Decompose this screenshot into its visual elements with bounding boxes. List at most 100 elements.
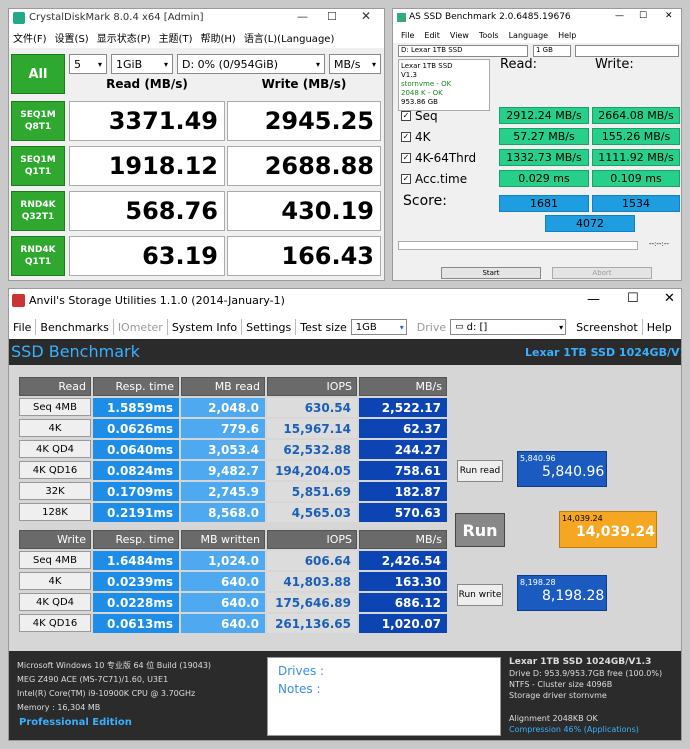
resp-time-cell: 0.0239ms — [93, 572, 179, 591]
resp-time-cell: 0.0640ms — [93, 440, 179, 459]
test-name-button[interactable]: 4K QD16 — [19, 461, 91, 479]
run-read-button[interactable]: Run read — [457, 460, 503, 482]
menu-edit[interactable]: Edit — [424, 31, 440, 40]
mb-cell: 640.0 — [181, 572, 265, 591]
drives-notes-panel[interactable]: Drives : Notes : — [267, 657, 501, 736]
as-drive-select[interactable]: D: Lexar 1TB SSD — [398, 45, 528, 57]
resp-time-cell: 0.0626ms — [93, 419, 179, 438]
menu-display[interactable]: 显示状态(P) — [93, 30, 155, 45]
as-size-select[interactable]: 1 GB — [533, 45, 571, 57]
as-drive-value: D: Lexar 1TB SSD — [401, 46, 463, 54]
mbs-cell: 686.12 — [359, 593, 447, 612]
maximize-icon[interactable]: ☐ — [627, 291, 639, 306]
test-name-button[interactable]: Seq 4MB — [19, 551, 91, 569]
as-read-header: Read: — [500, 57, 538, 72]
drive-details: Lexar 1TB SSD 1024GB/V1.3 Drive D: 953.9… — [509, 657, 662, 735]
write-score: 8,198.28 — [542, 588, 605, 604]
test-label-button[interactable]: RND4K Q1T1 — [11, 236, 65, 276]
drive-select[interactable]: ▭ d: [] ▾ — [450, 319, 567, 335]
read-header: Read (MB/s) — [106, 77, 188, 91]
test-name-button[interactable]: 32K — [19, 482, 91, 500]
iops-cell: 5,851.69 — [267, 482, 357, 501]
drive-detail-title: Lexar 1TB SSD 1024GB/V1.3 — [509, 657, 652, 667]
menu-file[interactable]: File — [9, 319, 37, 335]
total-score: 14,039.24 — [576, 524, 655, 540]
write-value: 2945.25 — [227, 101, 381, 141]
menu-system-info[interactable]: System Info — [168, 319, 243, 335]
minimize-icon[interactable]: — — [297, 10, 308, 23]
test-name-button[interactable]: 4K QD4 — [19, 440, 91, 458]
test-name-button[interactable]: Seq 4MB — [19, 398, 91, 416]
test-name-button[interactable]: 128K — [19, 503, 91, 521]
menu-iometer[interactable]: IOmeter — [114, 319, 168, 335]
menu-file[interactable]: File — [401, 31, 414, 40]
test-label-button[interactable]: SEQ1M Q8T1 — [11, 101, 65, 141]
test-name-button[interactable]: 4K QD16 — [19, 614, 91, 632]
drive-select[interactable]: D: 0% (0/954GiB) ▾ — [177, 54, 325, 74]
menu-settings[interactable]: 设置(S) — [51, 30, 93, 45]
as-read-value: 1332.73 MB/s — [499, 149, 589, 166]
iops-cell: 4,565.03 — [267, 503, 357, 522]
test-size-select[interactable]: 1GB ▾ — [350, 319, 407, 335]
cdm-titlebar: CrystalDiskMark 8.0.4 x64 [Admin] — ☐ ✕ — [9, 9, 384, 27]
mbs-cell: 62.37 — [359, 419, 447, 438]
all-button[interactable]: All — [11, 54, 65, 94]
close-icon[interactable]: ✕ — [664, 291, 675, 306]
total-score-small: 14,039.24 — [562, 514, 603, 523]
menu-help[interactable]: Help — [558, 31, 576, 40]
as-write-header: Write: — [595, 57, 634, 72]
menu-file[interactable]: 文件(F) — [9, 30, 51, 45]
menu-settings[interactable]: Settings — [242, 319, 297, 335]
test-name-button[interactable]: 4K QD4 — [19, 593, 91, 611]
test-name-button[interactable]: 4K — [19, 419, 91, 437]
test-label-button[interactable]: SEQ1M Q1T1 — [11, 146, 65, 186]
test-label-button[interactable]: RND4K Q32T1 — [11, 191, 65, 231]
menu-view[interactable]: View — [450, 31, 469, 40]
as-write-value: 1111.92 MB/s — [592, 149, 680, 166]
menu-help[interactable]: 帮助(H) — [196, 30, 239, 45]
help-button[interactable]: Help — [643, 319, 676, 335]
checkbox-icon[interactable]: ✓ — [401, 110, 411, 121]
close-icon[interactable]: ✕ — [665, 11, 673, 21]
test-name-button[interactable]: 4K — [19, 572, 91, 590]
column-header: MB written — [181, 530, 265, 549]
mb-cell: 1,024.0 — [181, 551, 265, 570]
drive-detail-line: Storage driver stornvme — [509, 691, 607, 700]
iops-cell: 62,532.88 — [267, 440, 357, 459]
count-select[interactable]: 5 ▾ — [69, 54, 107, 74]
mbs-cell: 570.63 — [359, 503, 447, 522]
checkbox-icon[interactable]: ✓ — [401, 173, 411, 184]
run-button[interactable]: Run — [455, 513, 505, 547]
compression-setting: Compression 46% (Applications) — [509, 725, 639, 734]
start-button[interactable]: Start — [441, 267, 541, 279]
iops-cell: 41,803.88 — [267, 572, 357, 591]
mbs-cell: 163.30 — [359, 572, 447, 591]
minimize-icon[interactable]: — — [615, 11, 624, 21]
close-icon[interactable]: ✕ — [361, 9, 371, 23]
progress-bar — [398, 241, 638, 250]
screenshot-button[interactable]: Screenshot — [572, 319, 643, 335]
menu-theme[interactable]: 主题(T) — [155, 30, 197, 45]
read-value: 63.19 — [69, 236, 225, 276]
write-value: 2688.88 — [227, 146, 381, 186]
menu-tools[interactable]: Tools — [479, 31, 499, 40]
menu-benchmarks[interactable]: Benchmarks — [36, 319, 114, 335]
column-header: Read — [19, 377, 91, 396]
checkbox-icon[interactable]: ✓ — [401, 152, 411, 163]
menu-language[interactable]: Language — [509, 31, 548, 40]
unit-select[interactable]: MB/s ▾ — [329, 54, 381, 74]
minimize-icon[interactable]: — — [587, 292, 600, 307]
run-write-button[interactable]: Run write — [457, 584, 503, 606]
read-value: 568.76 — [69, 191, 225, 231]
abort-button[interactable]: Abort — [552, 267, 652, 279]
size-select[interactable]: 1GiB ▾ — [111, 54, 173, 74]
anvil-app-icon — [12, 294, 25, 307]
maximize-icon[interactable]: ☐ — [327, 10, 337, 23]
as-input[interactable] — [575, 45, 679, 57]
info-line: 2048 K - OK — [401, 89, 443, 97]
as-app-icon — [397, 13, 406, 22]
checkbox-icon[interactable]: ✓ — [401, 131, 411, 142]
anvil-footer: Microsoft Windows 10 专业版 64 位 Build (190… — [9, 651, 681, 740]
maximize-icon[interactable]: ☐ — [639, 11, 647, 21]
menu-language[interactable]: 语言(L)(Language) — [240, 30, 339, 45]
